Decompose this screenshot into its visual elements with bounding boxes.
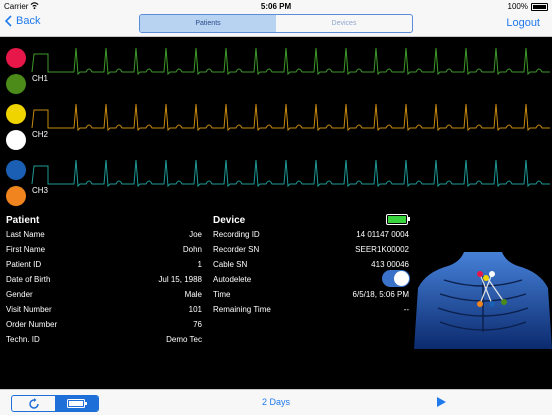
electrode-green xyxy=(501,299,507,305)
channel-2-trace xyxy=(31,103,550,132)
bottom-toolbar: 2 Days xyxy=(0,389,552,415)
device-label: Time xyxy=(213,290,231,299)
channel-2-electrode-a xyxy=(6,104,26,124)
status-bar: Carrier 5:06 PM 100% xyxy=(0,0,552,12)
patient-row: Last Name Joe xyxy=(6,230,202,245)
patient-label: Patient ID xyxy=(6,260,42,269)
back-label: Back xyxy=(16,15,41,27)
device-value: 413 00046 xyxy=(371,260,409,269)
logout-button[interactable]: Logout xyxy=(506,17,540,29)
recording-duration[interactable]: 2 Days xyxy=(0,397,552,407)
patient-value: Dohn xyxy=(182,245,202,254)
channel-1-electrode-b xyxy=(6,74,26,94)
device-label: Cable SN xyxy=(213,260,248,269)
device-row: Recording ID 14 01147 0004 xyxy=(213,230,409,245)
navigation-bar: Back Patients Devices Logout xyxy=(0,12,552,37)
patient-row: Visit Number 101 xyxy=(6,305,202,320)
device-value: 6/5/18, 5:06 PM xyxy=(352,290,409,299)
device-label: Autodelete xyxy=(213,275,252,284)
device-label: Recorder SN xyxy=(213,245,260,254)
device-row: Remaining Time -- xyxy=(213,305,409,320)
patients-devices-segment: Patients Devices xyxy=(139,14,413,33)
patient-row: Techn. ID Demo Tec xyxy=(6,335,202,350)
battery-icon xyxy=(386,214,410,225)
patient-label: Gender xyxy=(6,290,33,299)
channel-1-trace xyxy=(31,47,550,76)
channel-1-electrode-a xyxy=(6,48,26,68)
channel-3-trace xyxy=(31,159,550,188)
patient-label: Techn. ID xyxy=(6,335,40,344)
device-row: Autodelete xyxy=(213,275,409,290)
patient-value: Demo Tec xyxy=(166,335,202,344)
patient-value: Male xyxy=(184,290,202,299)
patient-label: First Name xyxy=(6,245,46,254)
channel-3-electrode-b xyxy=(6,186,26,206)
patient-row: First Name Dohn xyxy=(6,245,202,260)
play-icon[interactable] xyxy=(436,396,447,408)
device-row: Recorder SN SEER1K00002 xyxy=(213,245,409,260)
channel-3-electrode-a xyxy=(6,160,26,180)
patient-label: Visit Number xyxy=(6,305,52,314)
patient-value: Joe xyxy=(189,230,202,239)
status-time: 5:06 PM xyxy=(260,2,292,11)
patient-value: 76 xyxy=(193,320,202,329)
patient-label: Order Number xyxy=(6,320,58,329)
patient-row: Patient ID 1 xyxy=(6,260,202,275)
electrode-red xyxy=(477,271,483,277)
device-row: Time 6/5/18, 5:06 PM xyxy=(213,290,409,305)
chevron-left-icon xyxy=(5,15,12,27)
patient-label: Date of Birth xyxy=(6,275,51,284)
channel-2-electrode-b xyxy=(6,130,26,150)
tab-devices[interactable]: Devices xyxy=(276,15,412,32)
device-label: Remaining Time xyxy=(213,305,271,314)
electrode-yellow xyxy=(483,275,489,281)
device-label: Recording ID xyxy=(213,230,260,239)
device-value: 14 01147 0004 xyxy=(356,230,409,239)
status-battery-percent: 100% xyxy=(507,2,528,11)
electrode-white xyxy=(489,271,495,277)
patient-value: 101 xyxy=(188,305,202,314)
patient-row: Gender Male xyxy=(6,290,202,305)
torso-electrodes-image xyxy=(414,252,552,349)
device-value: SEER1K00002 xyxy=(355,245,409,254)
ecg-traces xyxy=(31,47,550,188)
patient-heading: Patient xyxy=(6,215,40,226)
status-battery-icon xyxy=(531,3,548,11)
electrode-blue xyxy=(489,301,495,307)
back-button[interactable]: Back xyxy=(5,15,40,27)
patient-row: Order Number 76 xyxy=(6,320,202,335)
tab-patients[interactable]: Patients xyxy=(140,15,276,32)
electrode-orange xyxy=(477,301,483,307)
device-row: Cable SN 413 00046 xyxy=(213,260,409,275)
device-heading: Device xyxy=(213,215,246,226)
autodelete-toggle[interactable] xyxy=(382,270,410,287)
patient-value: Jul 15, 1988 xyxy=(158,275,202,284)
patient-value: 1 xyxy=(197,260,202,269)
patient-row: Date of Birth Jul 15, 1988 xyxy=(6,275,202,290)
device-value: -- xyxy=(403,305,409,314)
patient-label: Last Name xyxy=(6,230,45,239)
